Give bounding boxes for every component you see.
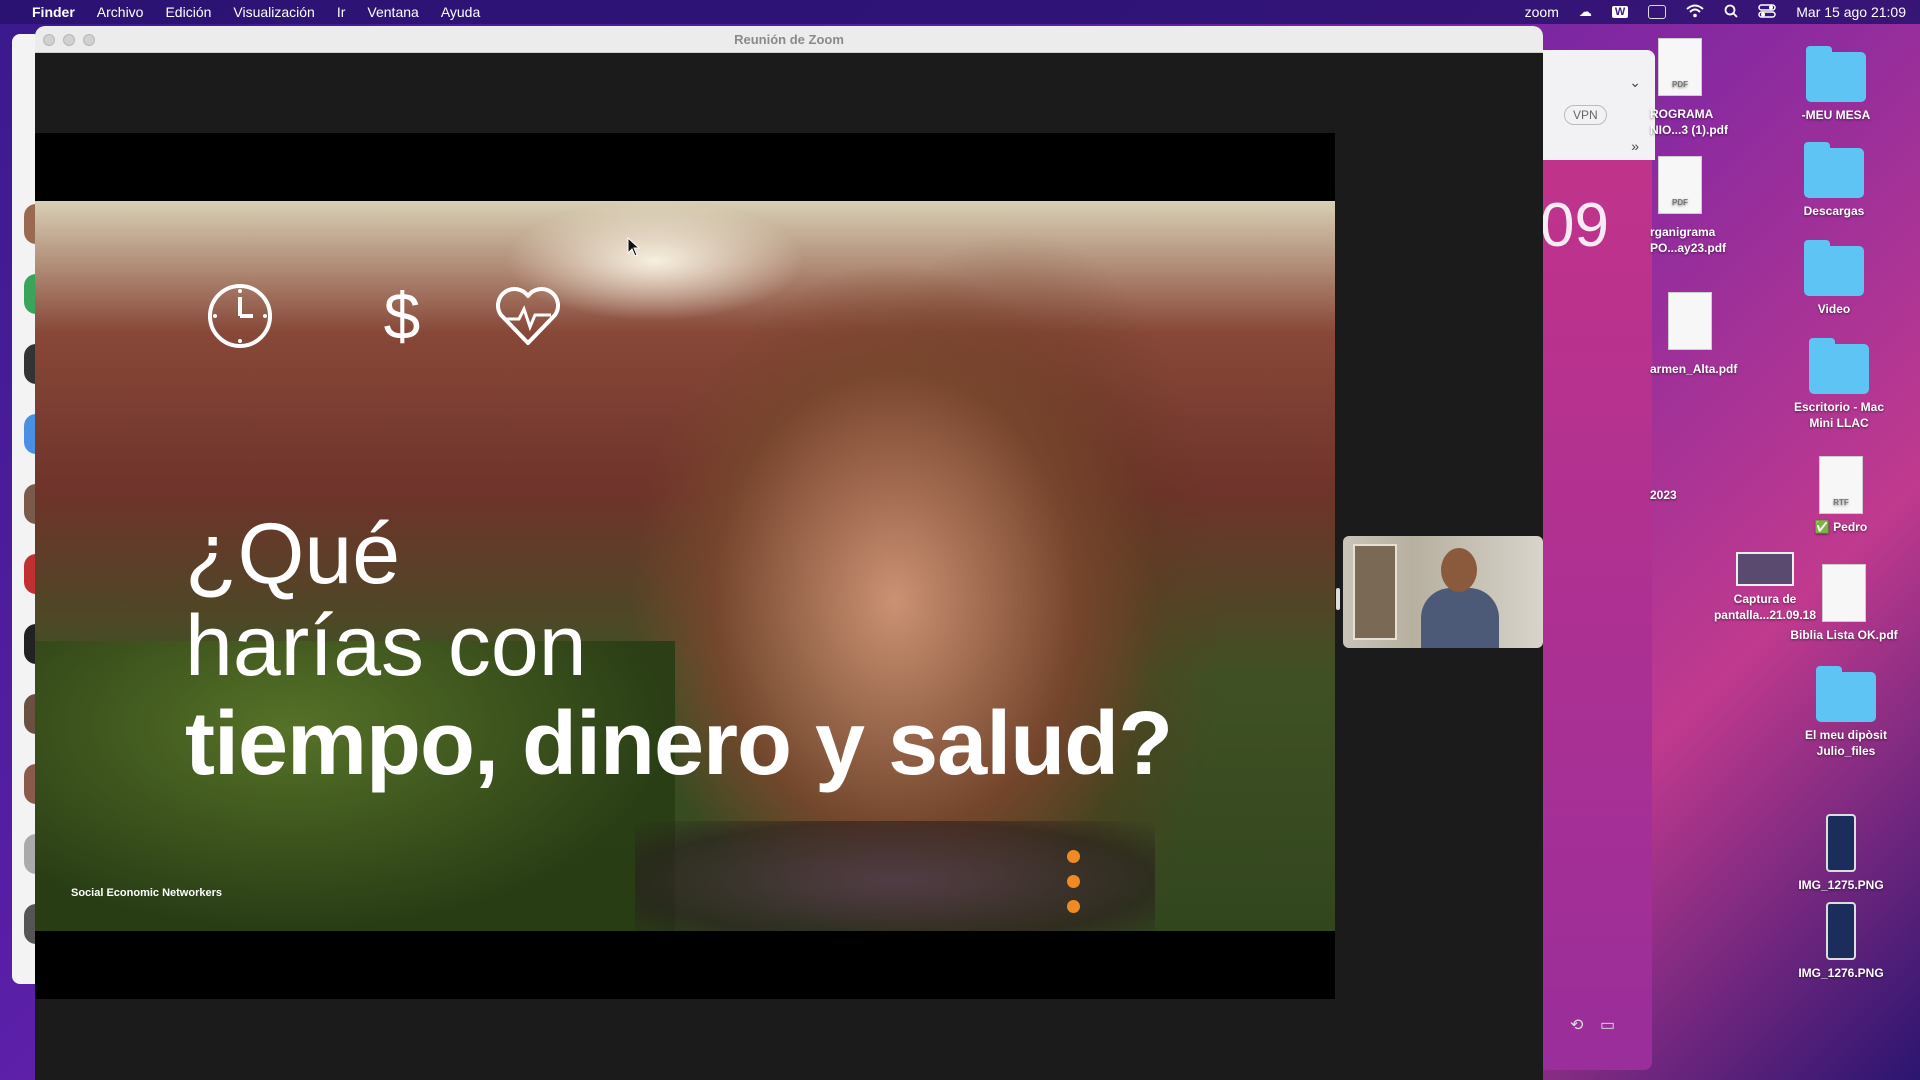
folder-label: -MEU MESA — [1801, 108, 1871, 122]
presentation-slide: $ ¿Qué harías con tiempo, dinero y salud… — [35, 201, 1335, 931]
folder-label: Descargas — [1803, 204, 1865, 218]
folder-descargas[interactable]: Descargas — [1779, 142, 1889, 220]
slide-brand-label: Social Economic Networkers — [71, 887, 222, 899]
folder-escritorio[interactable]: Escritorio - Mac Mini LLAC — [1784, 338, 1894, 431]
file-label-carmen: armen_Alta.pdf — [1650, 362, 1738, 376]
splitter-handle[interactable] — [1336, 588, 1340, 610]
pdf-document-icon: PDF — [1658, 38, 1702, 96]
control-center-icon[interactable] — [1758, 3, 1776, 21]
slide-dot — [1067, 875, 1080, 888]
folder-meu-mesa[interactable]: -MEU MESA — [1781, 46, 1891, 124]
mouse-cursor-icon — [627, 237, 641, 257]
folder-label: Video — [1817, 302, 1851, 316]
folder-label: Escritorio - Mac Mini LLAC — [1793, 400, 1885, 430]
camera-icon[interactable]: ▭ — [1600, 1015, 1615, 1035]
screenshot-thumbnail-icon — [1736, 552, 1794, 586]
word-icon[interactable]: W — [1611, 6, 1629, 18]
file-label: ✅ Pedro — [1814, 520, 1868, 534]
status-area: zoom ☁ W Mar 15 ago 21:09 — [1525, 0, 1906, 24]
background-clock-digits: 09 — [1540, 191, 1609, 260]
menu-app-name[interactable]: Finder — [32, 4, 75, 20]
menu-bar: Finder Archivo Edición Visualización Ir … — [0, 0, 1920, 24]
pdf-document-icon — [1668, 292, 1712, 350]
file-label: Biblia Lista OK.pdf — [1790, 628, 1898, 642]
file-pedro[interactable]: RTF ✅ Pedro — [1786, 456, 1896, 536]
file-label: IMG_1276.PNG — [1798, 966, 1884, 980]
pdf-document-icon: PDF — [1658, 156, 1702, 214]
clock-icon — [208, 284, 272, 348]
file-label: IMG_1275.PNG — [1798, 878, 1884, 892]
participant-person — [1421, 548, 1499, 648]
spotlight-search-icon[interactable] — [1724, 4, 1738, 21]
menu-visualizacion[interactable]: Visualización — [233, 4, 314, 20]
file-carmen[interactable] — [1640, 292, 1740, 356]
shared-screen[interactable]: $ ¿Qué harías con tiempo, dinero y salud… — [35, 133, 1335, 999]
dollar-icon: $ — [384, 281, 421, 351]
file-img1276[interactable]: IMG_1276.PNG — [1786, 902, 1896, 982]
bookshelf-background — [1353, 544, 1397, 640]
menu-edicion[interactable]: Edición — [165, 4, 211, 20]
participant-video-thumbnail[interactable] — [1343, 536, 1543, 648]
window-titlebar[interactable]: Reunión de Zoom — [35, 26, 1543, 53]
folder-label: El meu dipòsit Julio_files — [1804, 728, 1887, 758]
headline-line-2: harías con — [185, 598, 587, 694]
pdf-document-icon — [1822, 564, 1866, 622]
folder-video[interactable]: Video — [1779, 240, 1889, 318]
menu-ayuda[interactable]: Ayuda — [441, 4, 480, 20]
downloads-folder-icon — [1804, 142, 1864, 198]
meeting-stage: $ ¿Qué harías con tiempo, dinero y salud… — [35, 53, 1543, 1080]
screen-mirroring-icon[interactable] — [1648, 5, 1667, 19]
file-label-programa: ROGRAMA NIO...3 (1).pdf — [1650, 107, 1728, 137]
file-label-organigrama: rganigrama PO...ay23.pdf — [1650, 225, 1727, 255]
file-biblia[interactable]: Biblia Lista OK.pdf — [1789, 564, 1899, 644]
vpn-badge[interactable]: VPN — [1564, 105, 1607, 125]
file-organigrama[interactable]: PDF — [1630, 156, 1730, 220]
slide-dot — [1067, 850, 1080, 863]
headline-line-1: ¿Qué — [185, 506, 401, 602]
zoom-button[interactable] — [83, 34, 95, 46]
minimize-button[interactable] — [63, 34, 75, 46]
history-icon[interactable]: ⟲ — [1570, 1015, 1583, 1035]
window-title: Reunión de Zoom — [734, 31, 844, 47]
svg-text:$: $ — [384, 281, 421, 351]
video-folder-icon — [1804, 240, 1864, 296]
close-button[interactable] — [43, 34, 55, 46]
wifi-icon[interactable] — [1686, 4, 1704, 21]
zoom-status-label[interactable]: zoom — [1525, 4, 1559, 20]
file-programa[interactable]: PDF — [1630, 38, 1730, 102]
png-thumbnail-icon — [1826, 902, 1856, 960]
heart-pulse-icon — [496, 287, 560, 345]
menu-archivo[interactable]: Archivo — [97, 4, 144, 20]
slide-headline: ¿Qué harías con tiempo, dinero y salud? — [185, 506, 1173, 794]
zoom-meeting-window: Reunión de Zoom $ ¿Qué harías con tiempo… — [35, 26, 1543, 1080]
clock-datetime[interactable]: Mar 15 ago 21:09 — [1796, 4, 1906, 20]
slide-dot — [1067, 900, 1080, 913]
folder-diposit[interactable]: El meu dipòsit Julio_files — [1791, 666, 1901, 759]
folder-icon — [1806, 46, 1866, 102]
rtf-document-icon: RTF — [1819, 456, 1863, 514]
file-img1275[interactable]: IMG_1275.PNG — [1786, 814, 1896, 894]
icloud-icon[interactable]: ☁ — [1579, 4, 1592, 20]
file-label-2023: 2023 — [1650, 488, 1677, 502]
menu-ventana[interactable]: Ventana — [367, 4, 418, 20]
double-chevron-icon[interactable]: » — [1631, 138, 1639, 154]
check-badge-icon: ✅ — [1814, 520, 1830, 534]
folder-icon — [1809, 338, 1869, 394]
folder-icon — [1816, 666, 1876, 722]
png-thumbnail-icon — [1826, 814, 1856, 872]
menu-ir[interactable]: Ir — [337, 4, 346, 20]
background-clock-panel: 09 ⟲ ▭ — [1540, 160, 1652, 1070]
headline-line-3: tiempo, dinero y salud? — [185, 694, 1173, 794]
